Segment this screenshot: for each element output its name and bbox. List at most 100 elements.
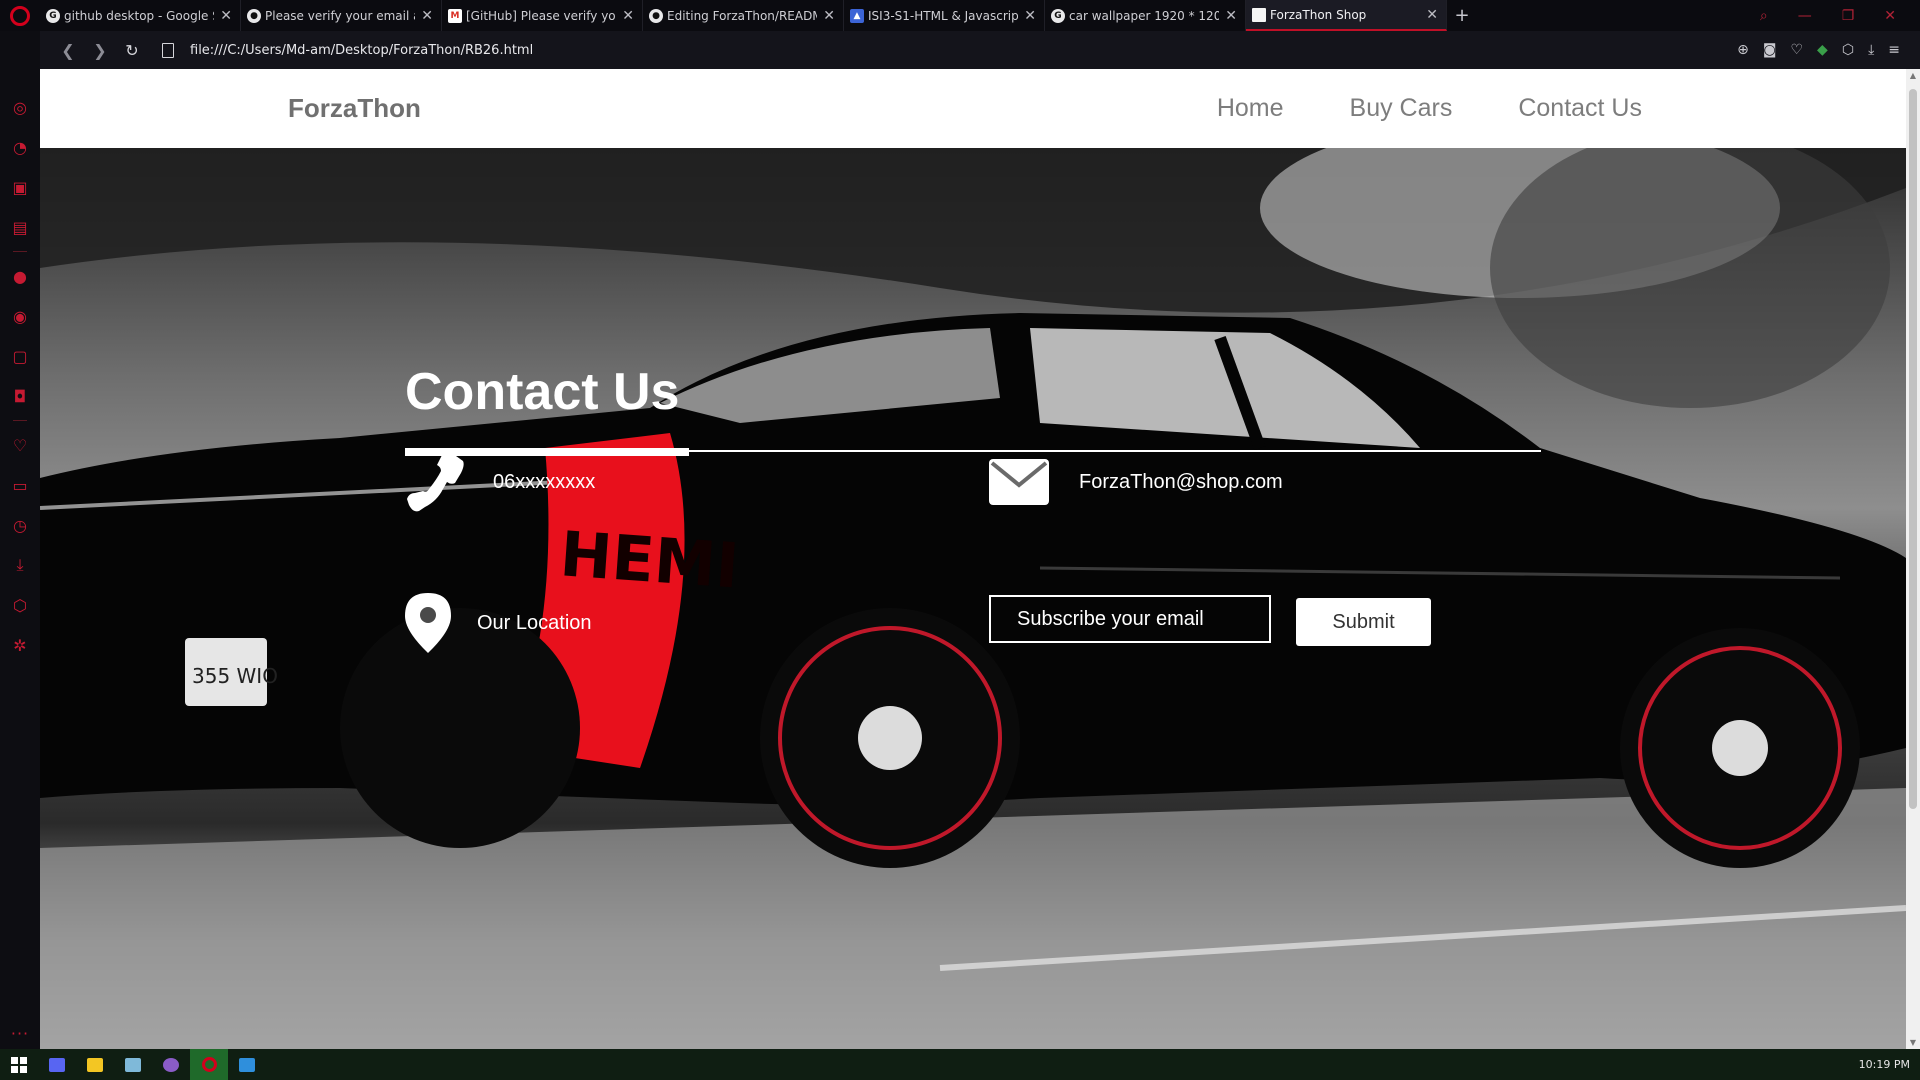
heart-icon[interactable]: ♡ <box>0 425 40 465</box>
snapshot-icon[interactable]: ◙ <box>1763 42 1777 58</box>
car-decal-text: HEMI <box>558 517 742 602</box>
messenger-icon[interactable]: ● <box>0 256 40 296</box>
close-tab-icon[interactable]: ✕ <box>220 8 232 24</box>
location-pin-icon <box>405 593 451 653</box>
taskbar-opera[interactable] <box>190 1049 228 1080</box>
sidebar-divider <box>13 420 27 421</box>
new-tab-button[interactable]: + <box>1447 0 1477 31</box>
nav-link-contact-us[interactable]: Contact Us <box>1518 94 1642 123</box>
tab-forzathon-shop[interactable]: ForzaThon Shop ✕ <box>1246 0 1447 31</box>
close-tab-icon[interactable]: ✕ <box>1426 7 1438 23</box>
document-icon <box>1252 7 1266 22</box>
discord-icon <box>49 1057 65 1072</box>
reload-icon[interactable]: ↻ <box>116 41 148 60</box>
history-icon[interactable]: ◷ <box>0 505 40 545</box>
phone-info: 06xxxxxxxx <box>405 449 595 515</box>
window-controls: ⌕ — ❐ ✕ <box>1760 0 1920 31</box>
search-tabs-icon[interactable]: ⌕ <box>1760 8 1768 24</box>
restore-icon[interactable]: ❐ <box>1842 8 1855 24</box>
cube-icon[interactable]: ⬡ <box>1842 42 1854 58</box>
speedometer-icon[interactable]: ◔ <box>0 127 40 167</box>
scroll-up-icon[interactable]: ▲ <box>1906 71 1920 80</box>
site-header: ForzaThon Home Buy Cars Contact Us <box>40 69 1906 148</box>
scroll-down-icon[interactable]: ▼ <box>1906 1038 1920 1047</box>
tab-editing-readme[interactable]: ● Editing ForzaThon/READM ✕ <box>643 0 844 31</box>
taskbar-app[interactable] <box>152 1049 190 1080</box>
car-scene-image: HEMI 355 WIO <box>40 148 1906 1049</box>
more-icon[interactable]: ··· <box>11 1024 29 1043</box>
twitch-icon[interactable]: ▤ <box>0 207 40 247</box>
settings-icon[interactable]: ✲ <box>0 625 40 665</box>
gamepad-icon[interactable]: ◎ <box>0 87 40 127</box>
location-link[interactable]: Our Location <box>477 612 592 635</box>
address-bar-row: ❮ ❯ ↻ file:///C:/Users/Md-am/Desktop/For… <box>40 31 1920 69</box>
taskbar-notepad[interactable] <box>114 1049 152 1080</box>
close-window-icon[interactable]: ✕ <box>1884 8 1896 24</box>
tab-title: ForzaThon Shop <box>1270 7 1367 22</box>
tab-title: [GitHub] Please verify your <box>466 8 617 23</box>
close-tab-icon[interactable]: ✕ <box>823 8 835 24</box>
location-info: Our Location <box>405 593 592 653</box>
taskbar-file-explorer[interactable] <box>76 1049 114 1080</box>
system-clock[interactable]: 10:19 PM <box>1859 1058 1920 1071</box>
github-icon: ● <box>247 8 261 23</box>
scrollbar-thumb[interactable] <box>1909 89 1917 809</box>
submit-button[interactable]: Submit <box>1296 598 1431 646</box>
page-icon <box>162 42 174 58</box>
download-icon[interactable]: ⤓ <box>0 545 40 585</box>
menu-icon[interactable]: ≡ <box>1888 42 1900 58</box>
back-icon[interactable]: ❮ <box>52 41 84 60</box>
start-button[interactable] <box>0 1049 38 1080</box>
windows-taskbar: 10:19 PM <box>0 1049 1920 1080</box>
whatsapp-icon[interactable]: ◉ <box>0 296 40 336</box>
gmail-icon: M <box>448 8 462 23</box>
classroom-icon: ▲ <box>850 8 864 23</box>
sidebar-divider <box>13 251 27 252</box>
zoom-icon[interactable]: ⊕ <box>1737 42 1749 58</box>
download-icon[interactable]: ⤓ <box>1868 42 1874 58</box>
page-scrollbar[interactable]: ▲ ▼ <box>1906 69 1920 1049</box>
subscribe-email-input[interactable]: Subscribe your email <box>989 595 1271 643</box>
vscode-icon <box>239 1057 255 1072</box>
tab-car-wallpaper[interactable]: G car wallpaper 1920 * 1200 ✕ <box>1045 0 1246 31</box>
opera-icon <box>201 1057 217 1072</box>
heart-icon[interactable]: ♡ <box>1790 42 1803 58</box>
notepad-icon <box>125 1057 141 1072</box>
nav-link-buy-cars[interactable]: Buy Cars <box>1350 94 1453 123</box>
tab-verify-email[interactable]: ● Please verify your email ad ✕ <box>241 0 442 31</box>
taskbar-vscode[interactable] <box>228 1049 266 1080</box>
close-tab-icon[interactable]: ✕ <box>1225 8 1237 24</box>
site-nav: Home Buy Cars Contact Us <box>1217 94 1642 123</box>
cube-icon[interactable]: ⬡ <box>0 585 40 625</box>
github-icon: ● <box>649 8 663 23</box>
tab-github-desktop-search[interactable]: G github desktop - Google S ✕ <box>40 0 241 31</box>
section-title: Contact Us <box>405 363 680 421</box>
news-icon[interactable]: ▭ <box>0 465 40 505</box>
tab-title: github desktop - Google S <box>64 8 215 23</box>
url-field[interactable]: file:///C:/Users/Md-am/Desktop/ForzaThon… <box>190 43 1737 58</box>
browser-tab-strip: G github desktop - Google S ✕ ● Please v… <box>0 0 1920 31</box>
license-plate-text: 355 WIO <box>192 664 278 688</box>
close-tab-icon[interactable]: ✕ <box>622 8 634 24</box>
instagram-icon[interactable]: ▢ <box>0 336 40 376</box>
close-tab-icon[interactable]: ✕ <box>421 8 433 24</box>
phone-number[interactable]: 06xxxxxxxx <box>493 471 595 494</box>
tab-title: ISI3-S1-HTML & Javascript <box>868 8 1019 23</box>
minimize-icon[interactable]: — <box>1798 8 1812 24</box>
close-tab-icon[interactable]: ✕ <box>1024 8 1036 24</box>
discord-icon[interactable]: ◘ <box>0 376 40 416</box>
site-brand-logo[interactable]: ForzaThon <box>288 93 421 124</box>
nav-link-home[interactable]: Home <box>1217 94 1284 123</box>
opera-logo-icon[interactable] <box>0 0 40 31</box>
taskbar-discord[interactable] <box>38 1049 76 1080</box>
tab-classroom[interactable]: ▲ ISI3-S1-HTML & Javascript ✕ <box>844 0 1045 31</box>
tab-title: Please verify your email ad <box>265 8 416 23</box>
forward-icon[interactable]: ❯ <box>84 41 116 60</box>
page-viewport: HEMI 355 WIO ForzaThon Home Buy Cars Con… <box>40 69 1920 1049</box>
tab-gmail-github[interactable]: M [GitHub] Please verify your ✕ <box>442 0 643 31</box>
email-address[interactable]: ForzaThon@shop.com <box>1079 471 1283 494</box>
google-icon: G <box>1051 8 1065 23</box>
browser-sidebar: ◎ ◔ ▣ ▤ ● ◉ ▢ ◘ ♡ ▭ ◷ ⤓ ⬡ ✲ ··· <box>0 31 40 1049</box>
bag-icon[interactable]: ▣ <box>0 167 40 207</box>
vpn-icon[interactable]: ◆ <box>1817 42 1828 58</box>
